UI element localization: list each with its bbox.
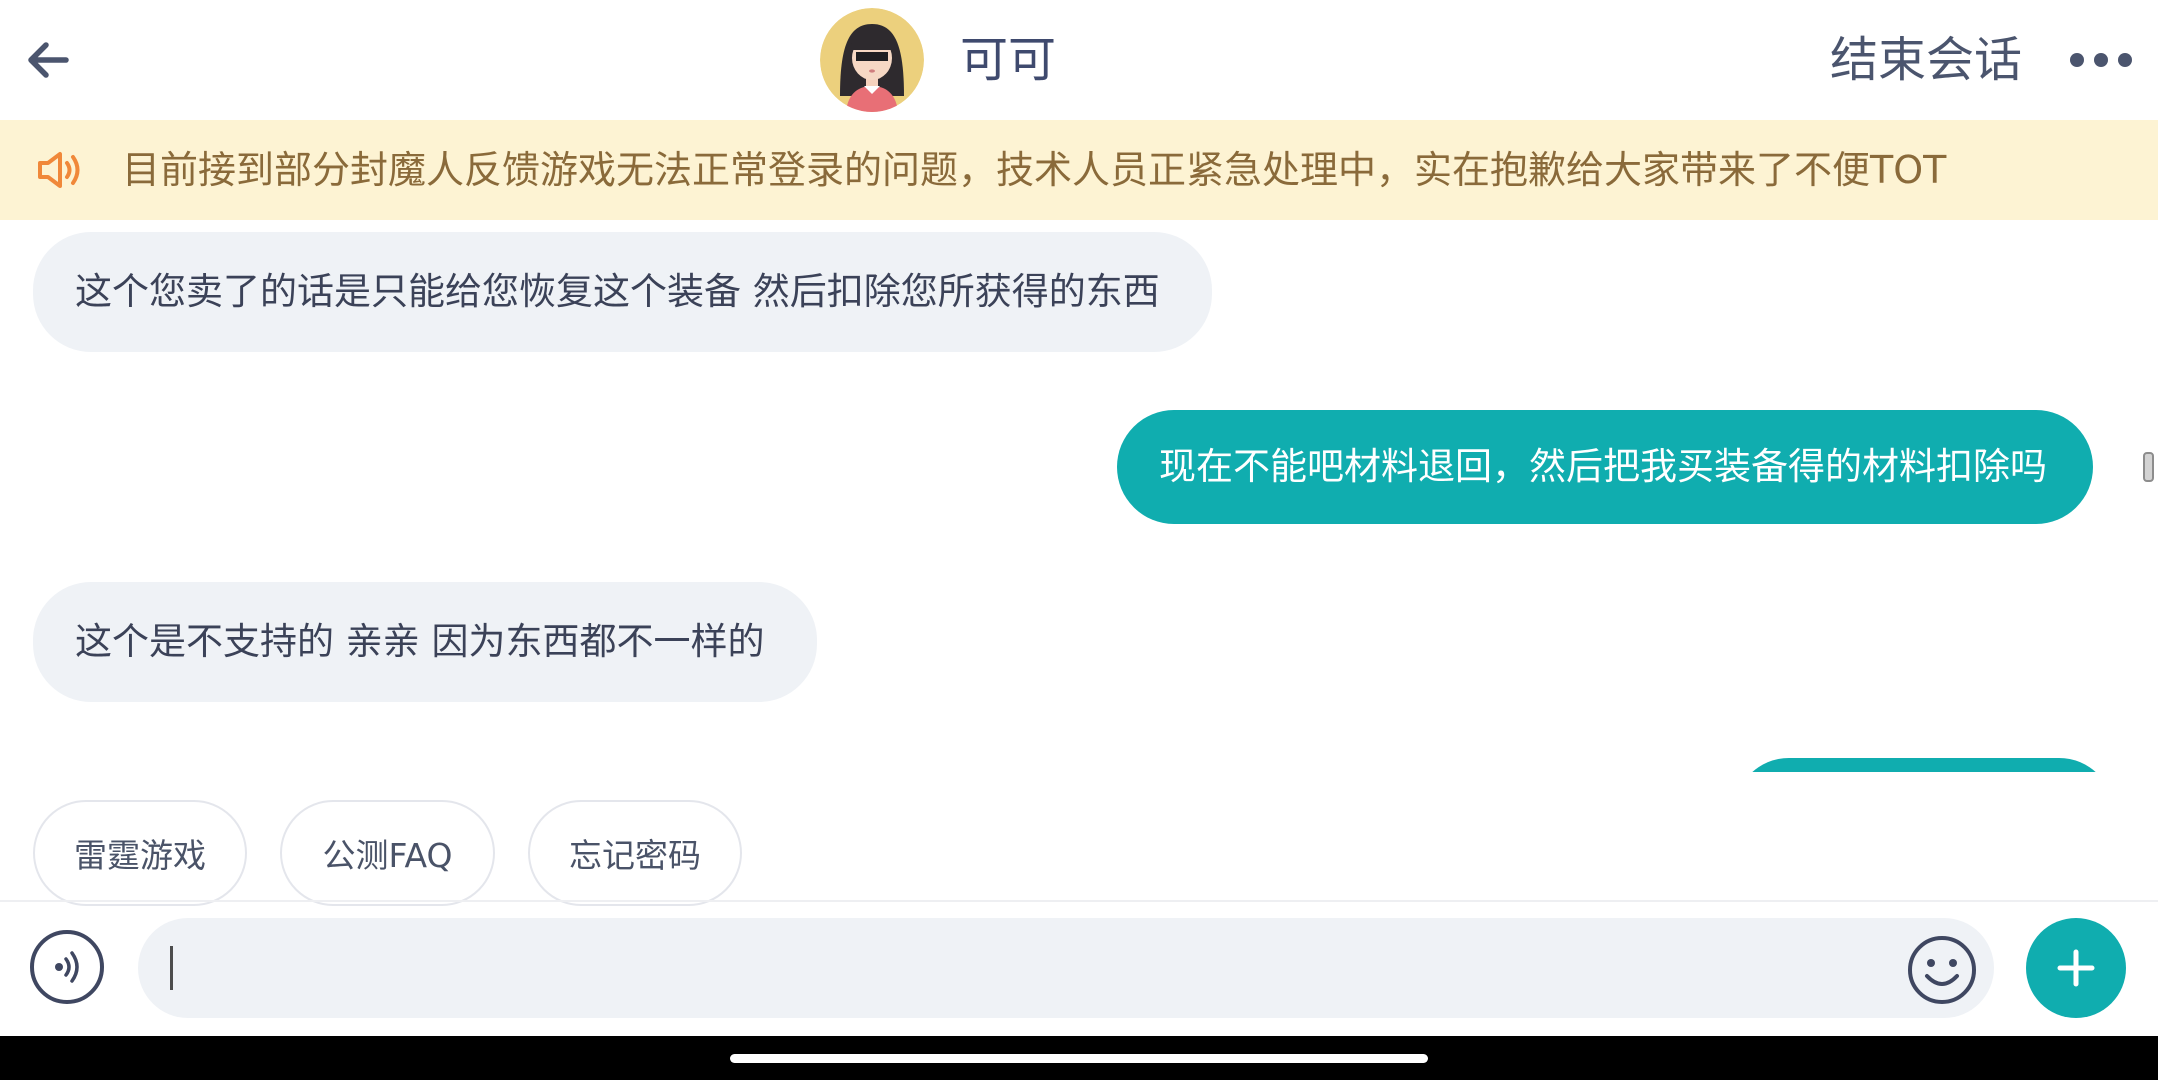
message-text: 这个您卖了的话是只能给您恢复这个装备 然后扣除您所获得的东西 bbox=[75, 270, 1160, 313]
message-user-partial bbox=[1734, 758, 2114, 772]
voice-input-button[interactable] bbox=[30, 930, 104, 1004]
message-agent: 这个您卖了的话是只能给您恢复这个装备 然后扣除您所获得的东西 bbox=[33, 232, 1212, 352]
quick-reply-chip[interactable]: 忘记密码 bbox=[528, 800, 742, 906]
notice-text: 目前接到部分封魔人反馈游戏无法正常登录的问题，技术人员正紧急处理中，实在抱歉给大… bbox=[122, 148, 1947, 192]
scrollbar-thumb[interactable] bbox=[2143, 452, 2154, 482]
smiley-icon bbox=[1908, 936, 1976, 1004]
quick-reply-chip[interactable]: 公测FAQ bbox=[280, 800, 495, 906]
back-button[interactable] bbox=[20, 30, 76, 90]
message-input[interactable] bbox=[138, 918, 1994, 1018]
arrow-left-icon bbox=[28, 42, 69, 78]
notice-banner[interactable]: 目前接到部分封魔人反馈游戏无法正常登录的问题，技术人员正紧急处理中，实在抱歉给大… bbox=[0, 120, 2158, 220]
message-agent: 这个是不支持的 亲亲 因为东西都不一样的 bbox=[33, 582, 817, 702]
voice-input-icon bbox=[55, 951, 79, 983]
plus-icon bbox=[2057, 949, 2095, 987]
agent-avatar bbox=[820, 8, 924, 112]
ellipsis-icon bbox=[2070, 53, 2132, 67]
emoji-button[interactable] bbox=[1906, 934, 1978, 1006]
more-button[interactable] bbox=[2070, 40, 2132, 80]
message-text: 现在不能吧材料退回，然后把我买装备得的材料扣除吗 bbox=[1159, 445, 2047, 488]
quick-reply-chip[interactable]: 雷霆游戏 bbox=[33, 800, 247, 906]
message-user: 现在不能吧材料退回，然后把我买装备得的材料扣除吗 bbox=[1117, 410, 2093, 524]
speaker-icon bbox=[38, 152, 80, 188]
message-list-clip bbox=[0, 740, 2158, 772]
end-chat-button[interactable]: 结束会话 bbox=[1830, 30, 2022, 90]
home-indicator[interactable] bbox=[730, 1054, 1428, 1063]
more-actions-button[interactable] bbox=[2026, 918, 2126, 1018]
agent-name: 可可 bbox=[960, 32, 1057, 88]
text-cursor bbox=[170, 946, 173, 990]
composer-divider bbox=[0, 900, 2158, 902]
chat-header: 可可 结束会话 bbox=[0, 0, 2158, 120]
message-text: 这个是不支持的 亲亲 因为东西都不一样的 bbox=[75, 620, 765, 663]
